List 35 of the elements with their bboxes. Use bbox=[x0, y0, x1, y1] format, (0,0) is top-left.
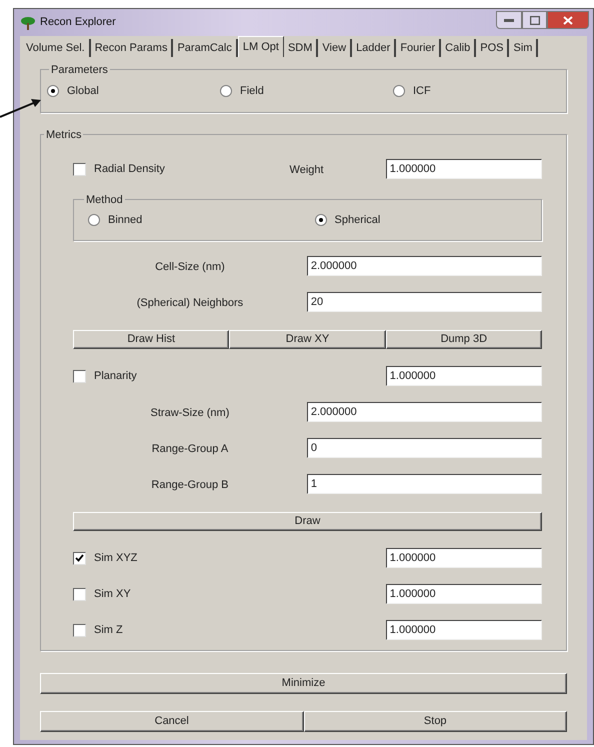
input-field[interactable]: 1.000000 bbox=[386, 366, 542, 386]
window-title: Recon Explorer bbox=[40, 15, 116, 30]
field-label: Cell-Size (nm) bbox=[155, 261, 225, 273]
tab[interactable]: LM Opt bbox=[238, 36, 284, 57]
checkbox-label: Sim Z bbox=[94, 622, 123, 638]
field-label: Range-Group B bbox=[151, 479, 228, 491]
action-button[interactable]: Dump 3D bbox=[386, 330, 542, 348]
input-field[interactable]: 1 bbox=[306, 474, 542, 494]
action-button[interactable]: Draw Hist bbox=[73, 330, 230, 348]
input-field[interactable]: 0 bbox=[306, 438, 542, 458]
checkbox-label: Radial Density bbox=[94, 162, 165, 177]
action-button[interactable]: Draw bbox=[73, 512, 542, 530]
action-button[interactable]: Stop bbox=[304, 711, 567, 732]
field-label: Weight bbox=[290, 164, 324, 176]
input-field[interactable]: 1.000000 bbox=[386, 159, 542, 179]
input-field[interactable]: 1.000000 bbox=[386, 548, 542, 568]
checkbox-label: Sim XY bbox=[94, 586, 131, 602]
input-field[interactable]: 1.000000 bbox=[386, 584, 542, 604]
field-label: Range-Group A bbox=[152, 443, 228, 455]
input-field[interactable]: 2.000000 bbox=[306, 402, 542, 422]
input-field[interactable]: 20 bbox=[306, 292, 542, 312]
field-label: Straw-Size (nm) bbox=[150, 407, 230, 419]
input-field[interactable]: 2.000000 bbox=[306, 256, 542, 276]
radio-label: Global bbox=[67, 84, 99, 99]
radio-label: Field bbox=[240, 84, 264, 99]
checkbox-label: Sim XYZ bbox=[94, 550, 138, 566]
radio-label: ICF bbox=[413, 84, 431, 99]
radio-label: Binned bbox=[108, 213, 142, 228]
field-label: (Spherical) Neighbors bbox=[136, 297, 244, 309]
checkbox-label: Planarity bbox=[94, 368, 137, 384]
minimize-action-button[interactable]: Minimize bbox=[40, 673, 567, 694]
action-button[interactable]: Draw XY bbox=[229, 330, 386, 348]
radio-label: Spherical bbox=[334, 213, 380, 228]
input-field[interactable]: 1.000000 bbox=[386, 620, 542, 640]
action-button[interactable]: Cancel bbox=[40, 711, 304, 732]
